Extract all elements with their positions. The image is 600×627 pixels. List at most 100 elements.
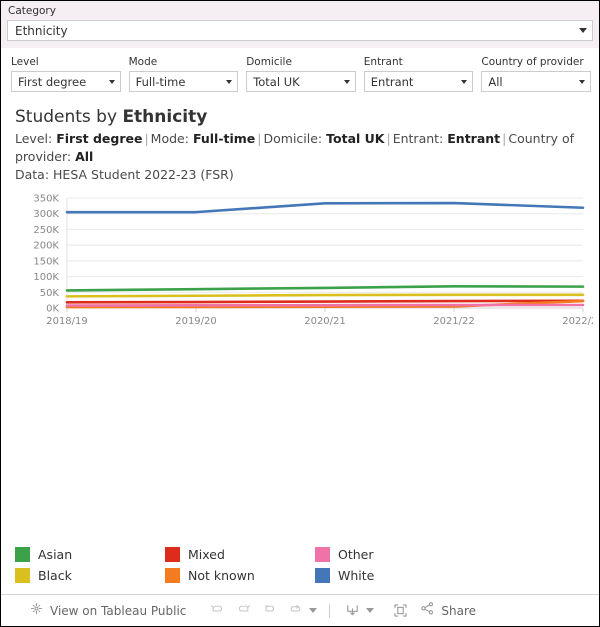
filter-entrant-select[interactable]: Entrant: [363, 71, 474, 92]
share-icon: [419, 600, 436, 621]
legend-label: Mixed: [188, 547, 225, 562]
toolbar-actions: [204, 598, 413, 624]
refresh-button[interactable]: [282, 598, 308, 624]
bottom-toolbar: View on Tableau Public Share: [1, 594, 599, 626]
legend-swatch-icon: [315, 547, 330, 562]
legend-swatch-icon: [15, 547, 30, 562]
y-axis-tick-label: 250K: [33, 225, 59, 236]
subtitle-level-value: First degree: [56, 131, 143, 146]
title-block: Students by Ethnicity Level: First degre…: [1, 100, 599, 188]
filter-mode-label: Mode: [128, 56, 158, 68]
x-axis-tick-label: 2018/19: [46, 316, 88, 327]
y-axis-tick-label: 0K: [46, 304, 59, 315]
category-filter-label: Category: [8, 5, 56, 17]
download-dropdown-caret-icon[interactable]: [366, 608, 375, 613]
chevron-down-icon: [579, 28, 587, 33]
x-axis-tick-label: 2022/23: [562, 316, 593, 327]
legend-swatch-icon: [315, 568, 330, 583]
filter-entrant: Entrant Entrant: [363, 55, 474, 92]
share-button[interactable]: Share: [419, 600, 476, 621]
page-title-emphasis: Ethnicity: [122, 107, 208, 127]
subtitle-entrant-value: Entrant: [447, 131, 501, 146]
fullscreen-icon: [394, 604, 407, 617]
legend-label: White: [338, 568, 375, 583]
filter-country-select[interactable]: All: [481, 71, 591, 92]
subtitle-mode-value: Full-time: [192, 131, 256, 146]
legend-label: Black: [38, 568, 72, 583]
y-axis-tick-label: 200K: [33, 241, 59, 252]
toolbar-divider: [329, 603, 331, 618]
filter-level-select[interactable]: First degree: [11, 71, 121, 92]
redo-icon: [238, 605, 250, 612]
y-axis-tick-label: 300K: [33, 209, 59, 220]
series-line-white: [65, 201, 585, 214]
subtitle-filters: Level: First degree | Mode: Full-time | Domi…: [15, 131, 575, 164]
legend-item-white[interactable]: White: [315, 565, 465, 586]
series-line-black: [65, 293, 585, 298]
share-label: Share: [441, 603, 477, 618]
chart-legend: Asian Black Mixed Not known Other White: [1, 538, 599, 594]
filter-level-label: Level: [11, 56, 39, 68]
legend-swatch-icon: [165, 568, 180, 583]
revert-button[interactable]: [256, 598, 282, 624]
chevron-down-icon: [108, 79, 115, 84]
filter-domicile-select[interactable]: Total UK: [246, 71, 356, 92]
revert-icon: [265, 604, 274, 612]
filter-entrant-value: Entrant: [370, 74, 414, 89]
view-on-tableau-public-button[interactable]: View on Tableau Public: [29, 601, 186, 620]
legend-item-black[interactable]: Black: [15, 565, 165, 586]
redo-button[interactable]: [230, 598, 256, 624]
filter-domicile-label: Domicile: [246, 56, 292, 68]
filter-domicile-value: Total UK: [253, 74, 300, 89]
filter-country-label: Country of provider: [481, 56, 584, 68]
legend-item-asian[interactable]: Asian: [15, 544, 165, 565]
page-title-prefix: Students by: [15, 107, 123, 127]
subtitle-country-value: All: [75, 149, 94, 164]
legend-label: Not known: [188, 568, 255, 583]
filter-row: Level First degree Mode Full-time Domici…: [1, 48, 599, 100]
chevron-down-icon: [343, 79, 350, 84]
undo-button[interactable]: [204, 598, 230, 624]
filter-level-value: First degree: [18, 74, 87, 89]
legend-item-mixed[interactable]: Mixed: [165, 544, 315, 565]
chevron-down-icon: [461, 79, 468, 84]
subtitle-entrant-key: Entrant:: [392, 131, 444, 146]
page-title: Students by Ethnicity: [15, 106, 587, 128]
y-axis-tick-label: 100K: [33, 272, 59, 283]
y-axis-tick-label: 150K: [33, 256, 59, 267]
fullscreen-button[interactable]: [387, 598, 413, 624]
chevron-down-icon: [226, 79, 233, 84]
filter-mode: Mode Full-time: [128, 55, 239, 92]
line-chart-svg[interactable]: 0K 50K 100K 150K 200K 250K 300K 350K 2018/19 2019…: [1, 192, 593, 332]
y-axis-tick-label: 350K: [33, 194, 59, 205]
download-button[interactable]: [339, 598, 365, 624]
chevron-down-icon: [578, 79, 585, 84]
y-axis-tick-label: 50K: [40, 288, 60, 299]
filter-mode-select[interactable]: Full-time: [128, 71, 239, 92]
filter-country-of-provider: Country of provider All: [481, 55, 591, 92]
subtitle-mode-key: Mode:: [150, 131, 189, 146]
x-axis-tick-label: 2021/22: [433, 316, 475, 327]
data-source-note: Data: HESA Student 2022-23 (FSR): [15, 167, 234, 182]
legend-column-3: Other White: [315, 544, 465, 586]
refresh-dropdown-caret-icon[interactable]: [309, 608, 318, 613]
subtitle-domicile-value: Total UK: [326, 131, 385, 146]
legend-label: Other: [338, 547, 374, 562]
legend-column-2: Mixed Not known: [165, 544, 315, 586]
filter-level: Level First degree: [11, 55, 121, 92]
legend-label: Asian: [38, 547, 73, 562]
legend-column-1: Asian Black: [15, 544, 165, 586]
line-chart[interactable]: 0K 50K 100K 150K 200K 250K 300K 350K 2018/19 2019…: [1, 188, 599, 538]
filter-domicile: Domicile Total UK: [246, 55, 356, 92]
legend-item-other[interactable]: Other: [315, 544, 465, 565]
tableau-logo-icon: [29, 601, 44, 620]
undo-icon: [210, 605, 222, 612]
tableau-viz-container: Category Ethnicity Level First degree Mo…: [0, 0, 600, 627]
category-filter-select[interactable]: Ethnicity: [7, 20, 593, 41]
legend-swatch-icon: [165, 547, 180, 562]
legend-item-not-known[interactable]: Not known: [165, 565, 315, 586]
download-icon: [347, 605, 358, 616]
category-filter-band: Category Ethnicity: [1, 1, 599, 48]
filter-country-value: All: [488, 74, 503, 89]
subtitle-domicile-key: Domicile:: [263, 131, 323, 146]
